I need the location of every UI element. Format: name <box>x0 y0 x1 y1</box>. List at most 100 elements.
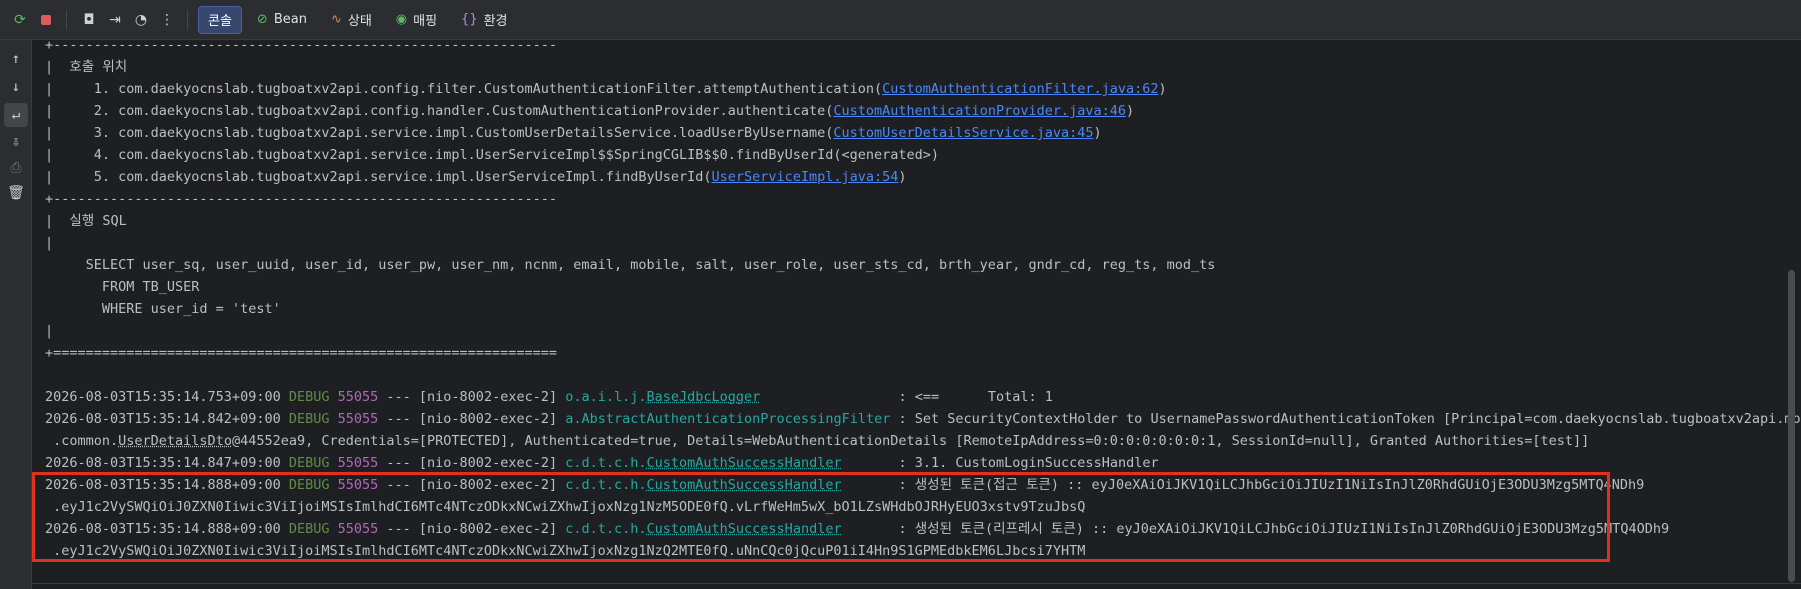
log-timestamp: 2026-08-03T15:35:14.847+09:00 <box>45 455 281 471</box>
log-pad <box>842 477 899 493</box>
log-logger: c.d.t.c.h. <box>565 521 647 537</box>
log-timestamp: 2026-08-03T15:35:14.842+09:00 <box>45 411 281 427</box>
console-line: | 4. com.daekyocnslab.tugboatxv2api.serv… <box>45 147 940 163</box>
divider <box>32 583 1801 584</box>
console-line: +---------------------------------------… <box>45 191 558 207</box>
console-text: | 3. com.daekyocnslab.tugboatxv2api.serv… <box>45 125 834 141</box>
tab-health[interactable]: ∿ 상태 <box>322 7 381 33</box>
log-message: : 3.1. CustomLoginSuccessHandler <box>898 455 1159 471</box>
console-text: ) <box>898 169 907 185</box>
source-link[interactable]: CustomAuthenticationFilter.java:62 <box>882 81 1158 97</box>
console-line: | 3. com.daekyocnslab.tugboatxv2api.serv… <box>45 122 1102 144</box>
print-icon[interactable]: ⎙ <box>4 156 28 180</box>
console-line: | 5. com.daekyocnslab.tugboatxv2api.serv… <box>45 166 907 188</box>
console-line: | 호출 위치 <box>45 59 128 75</box>
bean-icon: ⊘ <box>256 12 268 27</box>
log-timestamp: 2026-08-03T15:35:14.888+09:00 <box>45 521 281 537</box>
more-icon[interactable]: ⋮ <box>155 8 179 32</box>
console-text: ) <box>1158 81 1167 97</box>
console-text: @44552ea9, Credentials=[PROTECTED], Auth… <box>231 433 1590 449</box>
console-line: | <box>45 323 54 339</box>
tab-environment[interactable]: {} 환경 <box>452 7 516 33</box>
tab-console[interactable]: 콘솔 <box>198 5 242 34</box>
log-thread: --- [nio-8002-exec-2] <box>386 389 558 405</box>
console-line: FROM TB_USER <box>45 279 200 295</box>
console-text: ) <box>1093 125 1102 141</box>
toolbar-separator <box>187 9 188 30</box>
export-icon[interactable]: ⇥ <box>103 8 127 32</box>
log-pad <box>760 389 898 405</box>
console-text: .common. <box>45 433 119 449</box>
log-pad <box>842 521 899 537</box>
log-continuation: .eyJ1c2VySWQiOiJ0ZXN0Iiwic3ViIjoiMSIsIml… <box>45 499 1086 515</box>
log-continuation: .common.UserDetailsDto@44552ea9, Credent… <box>45 430 1589 452</box>
soft-wrap-icon[interactable]: ↵ <box>4 103 28 127</box>
console-line: +---------------------------------------… <box>45 37 558 53</box>
console-line: | 1. com.daekyocnslab.tugboatxv2api.conf… <box>45 78 1167 100</box>
log-line: 2026-08-03T15:35:14.753+09:00 DEBUG 5505… <box>45 386 1053 408</box>
log-message: : <== Total: 1 <box>898 389 1053 405</box>
log-line: 2026-08-03T15:35:14.888+09:00 DEBUG 5505… <box>45 518 1669 540</box>
log-timestamp: 2026-08-03T15:35:14.888+09:00 <box>45 477 281 493</box>
vertical-scrollbar[interactable] <box>1788 270 1795 582</box>
tab-mapping-label: 매핑 <box>413 14 438 29</box>
source-link[interactable]: CustomUserDetailsService.java:45 <box>833 125 1093 141</box>
log-pid: 55055 <box>337 455 379 471</box>
log-message: : Set SecurityContextHolder to UsernameP… <box>898 411 1801 427</box>
log-line: 2026-08-03T15:35:14.842+09:00 DEBUG 5505… <box>45 408 1801 430</box>
log-thread: --- [nio-8002-exec-2] <box>386 455 558 471</box>
log-level: DEBUG <box>288 477 330 493</box>
console-line: WHERE user_id = 'test' <box>45 301 281 317</box>
log-logger: o.a.i.l.j. <box>565 389 647 405</box>
source-link[interactable]: CustomAuthenticationProvider.java:46 <box>833 103 1126 119</box>
log-line: 2026-08-03T15:35:14.847+09:00 DEBUG 5505… <box>45 452 1159 474</box>
log-logger-link[interactable]: CustomAuthSuccessHandler <box>647 477 842 493</box>
console-line: | <box>45 235 54 251</box>
log-pid: 55055 <box>337 389 379 405</box>
console-text: ) <box>1126 103 1135 119</box>
console-line: +=======================================… <box>45 345 558 361</box>
tab-environment-label: 환경 <box>483 14 508 29</box>
log-thread: --- [nio-8002-exec-2] <box>386 411 558 427</box>
log-message: : 생성된 토큰(접근 토큰) :: eyJ0eXAiOiJKV1QiLCJhb… <box>898 477 1645 493</box>
console-sidebar: ↑ ↓ ↵ ⇩ ⎙ 🗑 <box>0 40 32 589</box>
log-logger: c.d.t.c.h. <box>565 477 647 493</box>
mapping-icon: ◉ <box>395 12 408 27</box>
toolbar-separator <box>66 9 67 30</box>
log-level: DEBUG <box>288 411 330 427</box>
tab-bean-label: Bean <box>273 12 307 27</box>
log-logger-link[interactable]: BaseJdbcLogger <box>647 389 761 405</box>
scroll-to-end-icon[interactable]: ⇩ <box>4 130 28 154</box>
log-pid: 55055 <box>337 521 379 537</box>
console-output[interactable]: +---------------------------------------… <box>45 36 1801 589</box>
arrow-up-icon[interactable]: ↑ <box>4 47 28 71</box>
trash-icon[interactable]: 🗑 <box>4 181 28 205</box>
log-continuation: .eyJ1c2VySWQiOiJ0ZXN0Iiwic3ViIjoiMSIsIml… <box>45 543 1086 559</box>
health-icon: ∿ <box>330 12 342 27</box>
console-text: | 2. com.daekyocnslab.tugboatxv2api.conf… <box>45 103 834 119</box>
console-line: | 실행 SQL <box>45 213 127 229</box>
log-logger-link[interactable]: CustomAuthSuccessHandler <box>647 521 842 537</box>
tab-health-label: 상태 <box>347 14 372 29</box>
arrow-down-icon[interactable]: ↓ <box>4 75 28 99</box>
class-link[interactable]: UserDetailsDto <box>118 433 232 449</box>
source-link[interactable]: UserServiceImpl.java:54 <box>711 169 898 185</box>
tab-mapping[interactable]: ◉ 매핑 <box>387 7 446 33</box>
profiler-icon[interactable]: ◔ <box>129 8 153 32</box>
log-thread: --- [nio-8002-exec-2] <box>386 477 558 493</box>
environment-icon: {} <box>461 12 478 27</box>
camera-icon[interactable]: ◘ <box>77 8 101 32</box>
tab-console-label: 콘솔 <box>208 14 232 29</box>
log-pid: 55055 <box>337 411 379 427</box>
log-logger: a.AbstractAuthenticationProcessingFilter <box>565 411 891 427</box>
console-line: | 2. com.daekyocnslab.tugboatxv2api.conf… <box>45 100 1134 122</box>
tab-bean[interactable]: ⊘ Bean <box>248 7 316 33</box>
log-logger-link[interactable]: CustomAuthSuccessHandler <box>647 455 842 471</box>
log-level: DEBUG <box>288 389 330 405</box>
console-text: | 1. com.daekyocnslab.tugboatxv2api.conf… <box>45 81 883 97</box>
log-timestamp: 2026-08-03T15:35:14.753+09:00 <box>45 389 281 405</box>
stop-icon[interactable] <box>34 8 58 32</box>
rerun-icon[interactable]: ⟳ <box>8 8 32 32</box>
log-logger: c.d.t.c.h. <box>565 455 647 471</box>
console-text: | 5. com.daekyocnslab.tugboatxv2api.serv… <box>45 169 712 185</box>
